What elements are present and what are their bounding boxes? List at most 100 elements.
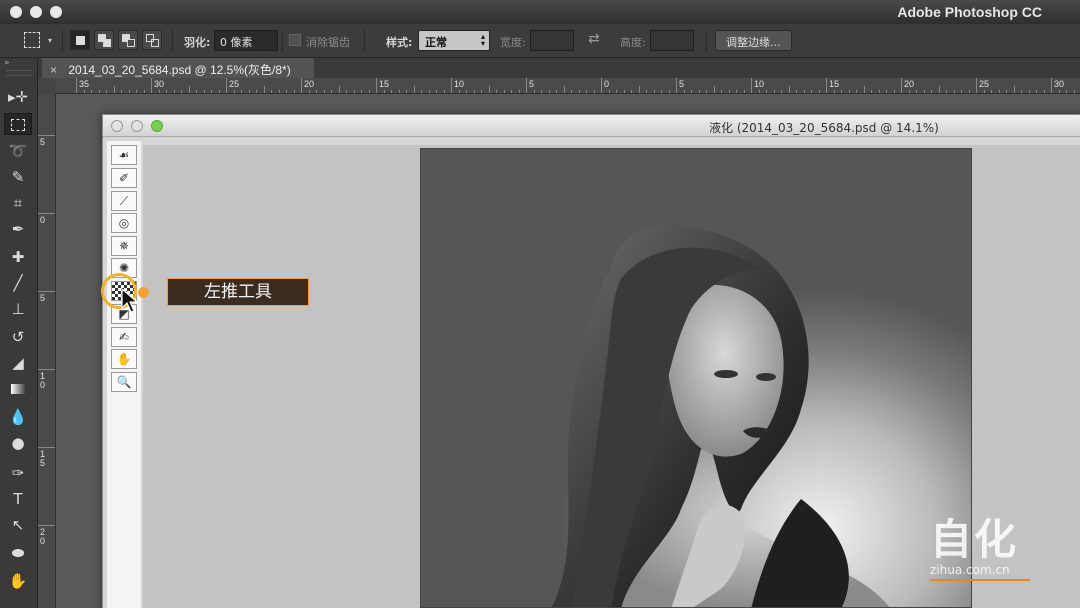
ellipse-tool-icon[interactable]: ⬬	[4, 542, 32, 564]
watermark: 自化 zihua.com.cn	[930, 506, 1030, 581]
clone-stamp-tool-icon[interactable]: ⊥	[4, 298, 32, 320]
vertical-ruler[interactable]: 5 0 5 10 15 20	[38, 94, 56, 608]
new-selection-button[interactable]	[70, 30, 90, 50]
ruler-minor-tick	[323, 90, 325, 93]
ruler-tick	[38, 447, 55, 448]
ruler-minor-tick	[556, 90, 557, 93]
feather-label: 羽化:	[184, 36, 211, 49]
horizontal-ruler[interactable]: 35 30 25 20 15 10 5 0 5 10 15 20 25 30	[56, 78, 1080, 94]
marquee-preset-icon[interactable]	[24, 32, 40, 48]
ruler-minor-tick	[233, 90, 235, 93]
height-input[interactable]	[650, 30, 694, 51]
ruler-minor-tick	[271, 90, 272, 93]
ruler-minor-tick	[818, 90, 820, 93]
ruler-tick	[976, 78, 977, 93]
ruler-label: 20	[40, 527, 46, 546]
ruler-minor-tick	[241, 90, 242, 93]
minimize-window-button[interactable]	[30, 6, 42, 18]
ruler-minor-tick	[698, 90, 700, 93]
ruler-minor-tick	[811, 90, 812, 93]
reconstruct-tool-icon[interactable]: ✐	[111, 168, 137, 188]
ruler-minor-tick	[661, 90, 662, 93]
swap-width-height-icon[interactable]: ⇄	[588, 31, 600, 47]
style-select-value: 正常	[425, 36, 447, 49]
liquify-zoom-button[interactable]	[151, 120, 163, 132]
add-to-selection-button[interactable]	[94, 30, 114, 50]
ruler-minor-tick	[773, 90, 775, 93]
ruler-minor-tick	[571, 90, 572, 93]
liquify-minimize-button[interactable]	[131, 120, 143, 132]
gradient-tool-icon[interactable]	[4, 378, 32, 400]
ruler-minor-tick	[256, 90, 257, 93]
ruler-minor-tick	[383, 90, 385, 93]
brush-tool-icon[interactable]: ╱	[4, 272, 32, 294]
portrait-photo[interactable]	[420, 148, 972, 608]
feather-input[interactable]: 0 像素	[214, 30, 278, 51]
style-select[interactable]: 正常 ▴ ▾	[418, 30, 490, 51]
document-tab-bar: × 2014_03_20_5684.psd @ 12.5%(灰色/8*)	[38, 58, 1080, 78]
twirl-clockwise-tool-icon[interactable]: ◎	[111, 213, 137, 233]
ruler-minor-tick	[863, 86, 865, 93]
anti-alias-checkbox[interactable]	[289, 34, 301, 46]
document-tab[interactable]: × 2014_03_20_5684.psd @ 12.5%(灰色/8*)	[42, 58, 314, 78]
ruler-minor-tick	[631, 90, 632, 93]
preset-chevron-icon[interactable]: ▾	[48, 36, 52, 45]
ruler-origin[interactable]	[38, 78, 56, 94]
tools-panel: » ▸✛ ➰ ✎ ⌗ ✒ ✚ ╱ ⊥ ↺ ◢ 💧 ● ✑ T ↖ ⬬ ✋	[0, 58, 38, 608]
ruler-minor-tick	[1028, 90, 1030, 93]
ruler-minor-tick	[188, 86, 190, 93]
ruler-minor-tick	[368, 90, 370, 93]
panel-grip[interactable]	[6, 70, 32, 76]
width-input[interactable]	[530, 30, 574, 51]
thaw-mask-tool-icon[interactable]: ✍	[111, 327, 137, 347]
intersect-selection-button[interactable]	[142, 30, 162, 50]
options-bar: ▾ 羽化: 0 像素 消除锯齿 样式: 正常 ▴ ▾ 宽度: ⇄ 高度: 调整边缘…	[0, 24, 1080, 58]
zoom-window-button[interactable]	[50, 6, 62, 18]
eyedropper-tool-icon[interactable]: ✒	[4, 218, 32, 240]
move-tool-icon[interactable]: ▸✛	[4, 86, 32, 108]
dodge-tool-icon[interactable]: ●	[4, 432, 32, 454]
panel-collapse-icon[interactable]: »	[4, 58, 10, 68]
path-select-tool-icon[interactable]: ↖	[4, 514, 32, 536]
forward-warp-tool-icon[interactable]: ☙	[111, 145, 137, 165]
ruler-label: 5	[679, 79, 685, 89]
ruler-label: 10	[754, 79, 765, 89]
liquify-hand-tool-icon[interactable]: ✋	[111, 349, 137, 369]
ruler-label: 15	[40, 449, 46, 468]
smooth-tool-icon[interactable]: ⟋	[111, 191, 137, 211]
crop-tool-icon[interactable]: ⌗	[4, 192, 32, 214]
ruler-tick	[601, 78, 602, 93]
ruler-minor-tick	[578, 90, 580, 93]
quick-select-tool-icon[interactable]: ✎	[4, 166, 32, 188]
ruler-minor-tick	[563, 86, 565, 93]
blur-tool-icon[interactable]: 💧	[4, 406, 32, 428]
refine-edge-button[interactable]: 调整边缘...	[715, 30, 792, 51]
history-brush-tool-icon[interactable]: ↺	[4, 326, 32, 348]
liquify-close-button[interactable]	[111, 120, 123, 132]
eraser-tool-icon[interactable]: ◢	[4, 352, 32, 374]
ruler-minor-tick	[871, 90, 872, 93]
ruler-minor-tick	[436, 90, 437, 93]
type-tool-icon[interactable]: T	[4, 488, 32, 510]
close-window-button[interactable]	[10, 6, 22, 18]
ruler-minor-tick	[743, 90, 745, 93]
ruler-minor-tick	[961, 90, 962, 93]
ruler-minor-tick	[983, 90, 985, 93]
tab-close-icon[interactable]: ×	[50, 63, 57, 77]
lasso-tool-icon[interactable]: ➰	[4, 140, 32, 162]
hand-tool-icon[interactable]: ✋	[4, 570, 32, 592]
title-bar: Adobe Photoshop CC	[0, 0, 1080, 24]
ruler-minor-tick	[691, 90, 692, 93]
rect-marquee-tool-icon[interactable]	[4, 113, 32, 135]
ruler-minor-tick	[91, 90, 92, 93]
pen-tool-icon[interactable]: ✑	[4, 462, 32, 484]
ruler-minor-tick	[848, 90, 850, 93]
healing-brush-tool-icon[interactable]: ✚	[4, 246, 32, 268]
liquify-zoom-tool-icon[interactable]: 🔍	[111, 372, 137, 392]
pucker-tool-icon[interactable]: ✵	[111, 236, 137, 256]
subtract-from-selection-button[interactable]	[118, 30, 138, 50]
height-label: 高度:	[620, 36, 646, 49]
ruler-tick	[38, 291, 55, 292]
ruler-tick	[826, 78, 827, 93]
width-label: 宽度:	[500, 36, 526, 49]
